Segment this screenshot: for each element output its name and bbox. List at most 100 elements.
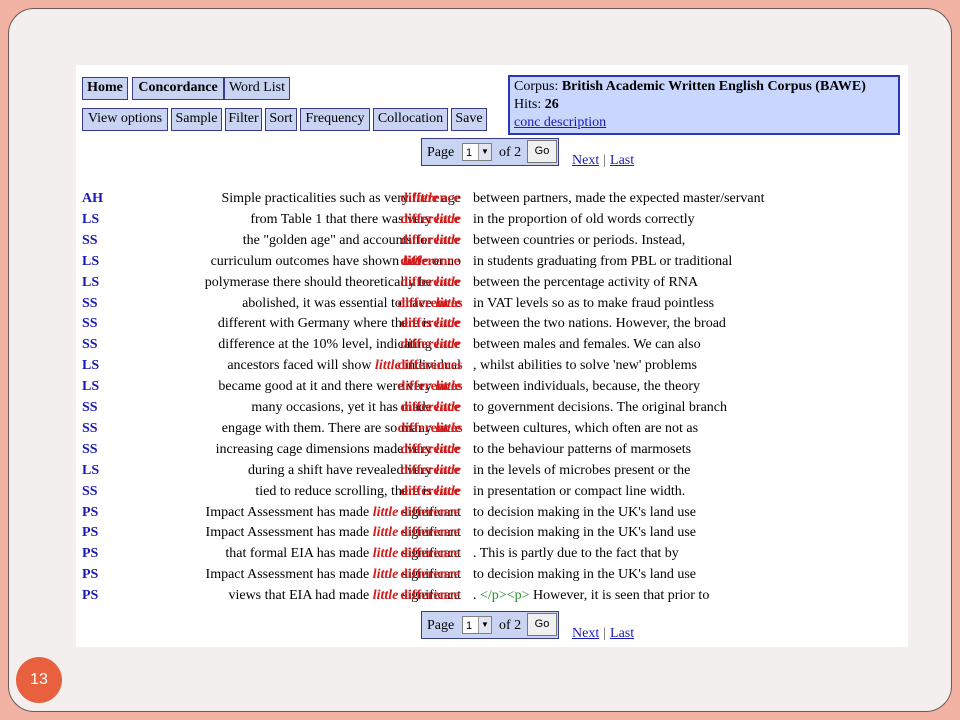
right-text: between males and females. We can also [473,337,701,353]
text-code[interactable]: LS [82,252,110,272]
nav-separator: | [603,626,607,641]
keyword: differences [397,420,463,436]
keyword: difference [400,525,460,541]
right-context: to decision making in the UK's land use [473,503,696,523]
text-code[interactable]: LS [82,210,110,230]
right-text: to decision making in the UK's land use [473,567,696,583]
frequency-button[interactable]: Frequency [300,108,370,131]
last-link[interactable]: Last [610,626,634,641]
text-code[interactable]: SS [82,231,110,251]
chevron-down-icon: ▼ [478,617,491,633]
go-button[interactable]: Go [527,613,557,636]
text-code[interactable]: LS [82,377,110,397]
filter-button[interactable]: Filter [225,108,262,131]
concordance-row: SS difference at the 10% level, indicatin… [76,335,908,355]
text-code[interactable]: LS [82,356,110,376]
right-text: , whilst abilities to solve 'new' proble… [473,358,697,374]
right-text: . This is partly due to the fact that by [473,546,679,562]
text-code[interactable]: SS [82,398,110,418]
text-code[interactable]: PS [82,586,110,606]
keyword: difference [400,588,460,604]
text-code[interactable]: SS [82,314,110,334]
word-list-button[interactable]: Word List [224,77,290,100]
concordance-row: AH Simple practicalities such as very lit… [76,189,908,209]
right-text: between cultures, which often are not as [473,420,699,436]
page-select-value: 1 [466,620,473,632]
left-text: ancestors faced will show [227,358,376,374]
home-button[interactable]: Home [82,77,128,100]
right-text: between partners, made the expected mast… [473,191,765,206]
sample-button[interactable]: Sample [171,108,222,131]
slide-frame: Home Concordance Word List View options … [8,8,952,712]
concordance-row: PS views that EIA had made little signifi… [76,586,908,606]
right-text: between individuals, because, the theory [473,379,701,395]
concordance-button[interactable]: Concordance [132,77,224,100]
right-text: to decision making in the UK's land use [473,525,696,541]
right-text: in students graduating from PBL or tradi… [473,253,733,269]
right-context: in the levels of microbes present or the [473,461,690,481]
text-code[interactable]: PS [82,523,110,543]
text-code[interactable]: SS [82,482,110,502]
keyword: difference [400,546,460,562]
concordance-row: PS Impact Assessment has made little sign… [76,565,908,585]
text-code[interactable]: PS [82,503,110,523]
keyword: difference [400,483,460,499]
left-text: Simple practicalities such as very [221,191,413,206]
slide-number: 13 [16,657,62,703]
last-link[interactable]: Last [610,153,634,168]
concordance-row: SS different with Germany where there is … [76,314,908,334]
hits-label: Hits: [514,97,542,112]
concordance-row: LS during a shift have revealed very litt… [76,461,908,481]
left-text: Impact Assessment has made [205,567,373,583]
right-context: in the proportion of old words correctly [473,210,695,230]
concordance-row: SS engage with them. There are so many li… [76,419,908,439]
text-code[interactable]: PS [82,544,110,564]
text-code[interactable]: PS [82,565,110,585]
keyword: difference [400,191,460,206]
nav-links-top: Next | Last [572,153,634,169]
sort-button[interactable]: Sort [265,108,297,131]
keyword: differences [397,379,463,395]
text-code[interactable]: SS [82,419,110,439]
concordance-row: PS that formal EIA has made little signif… [76,544,908,564]
concordance-row: SS the "golden age" and accounts for litt… [76,231,908,251]
left-text: curriculum outcomes have shown [210,253,403,269]
concordance-row: PS Impact Assessment has made little sign… [76,523,908,543]
concordance-row: LS polymerase there should theoretically … [76,273,908,293]
collocation-button[interactable]: Collocation [373,108,448,131]
keyword: difference [400,211,460,227]
next-link[interactable]: Next [572,153,599,168]
right-text: to decision making in the UK's land use [473,504,696,520]
right-context: in presentation or compact line width. [473,482,685,502]
go-button[interactable]: Go [527,140,557,163]
keyword: difference [400,316,460,332]
pager-top: Page 1 ▼ of 2 Go [421,138,559,166]
right-context: between countries or periods. Instead, [473,231,685,251]
right-text: in the levels of microbes present or the [473,462,691,478]
right-text: between the percentage activity of RNA [473,274,699,290]
text-code[interactable]: LS [82,461,110,481]
concordance-row: SS tied to reduce scrolling, there is lit… [76,482,908,502]
right-context: between cultures, which often are not as [473,419,698,439]
keyword: difference [400,337,460,353]
text-code[interactable]: SS [82,335,110,355]
pager-bottom: Page 1 ▼ of 2 Go [421,611,559,639]
keyword: difference [400,441,460,457]
concordance-row: LS became good at it and there were very … [76,377,908,397]
markup-tag: </p><p> [480,588,530,604]
text-code[interactable]: SS [82,294,110,314]
right-context: . </p><p> However, it is seen that prior… [473,586,709,606]
text-code[interactable]: SS [82,440,110,460]
right-context: between individuals, because, the theory [473,377,700,397]
page-select[interactable]: 1 ▼ [462,143,492,161]
save-button[interactable]: Save [451,108,487,131]
conc-description-link[interactable]: conc description [514,115,606,130]
next-link[interactable]: Next [572,626,599,641]
right-context: to decision making in the UK's land use [473,565,696,585]
text-code[interactable]: LS [82,273,110,293]
page-select[interactable]: 1 ▼ [462,616,492,634]
text-code[interactable]: AH [82,189,110,209]
view-options-button[interactable]: View options [82,108,168,131]
concordance-row: PS Impact Assessment has made little sign… [76,503,908,523]
right-context: between males and females. We can also [473,335,701,355]
